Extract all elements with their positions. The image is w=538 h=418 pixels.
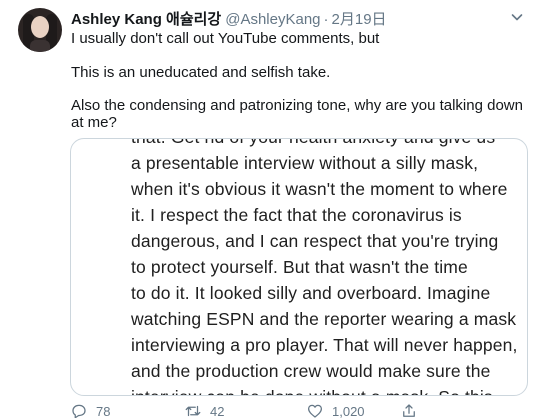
reply-button[interactable]: 78 bbox=[70, 402, 110, 418]
chevron-down-icon[interactable] bbox=[509, 9, 525, 25]
avatar-face bbox=[31, 16, 49, 38]
like-button[interactable]: 1,020 bbox=[306, 402, 365, 418]
media-text-line: to do it. It looked silly and overboard.… bbox=[131, 283, 491, 303]
tweet-date[interactable]: 2月19日 bbox=[332, 8, 387, 29]
heart-icon bbox=[307, 404, 323, 418]
tweet-media-image[interactable]: that. Get rid of your health anxiety and… bbox=[70, 138, 528, 396]
media-text-line: it. I respect the fact that the coronavi… bbox=[131, 205, 462, 225]
avatar-shirt bbox=[30, 40, 50, 52]
retweet-icon bbox=[185, 405, 201, 417]
tweet-text-line: This is an uneducated and selfish take. bbox=[71, 64, 331, 81]
media-text-line: interviewing a pro player. That will nev… bbox=[131, 335, 518, 355]
tweet[interactable]: Ashley Kang 애슐리강 @AshleyKang · 2月19日 I u… bbox=[0, 0, 538, 418]
media-text-line: watching ESPN and the reporter wearing a… bbox=[131, 309, 517, 329]
media-text-line: dangerous, and I can respect that you're… bbox=[131, 231, 499, 251]
tweet-text-line: I usually don't call out YouTube comment… bbox=[71, 30, 380, 47]
media-text-line: to protect yourself. But that wasn't the… bbox=[131, 257, 468, 277]
reply-icon bbox=[72, 404, 86, 418]
media-text-line: a presentable interview without a silly … bbox=[131, 153, 479, 173]
reply-count: 78 bbox=[96, 403, 111, 418]
retweet-count: 42 bbox=[210, 403, 225, 418]
separator-dot: · bbox=[323, 11, 329, 28]
screenshot-comment-text: that. Get rid of your health anxiety and… bbox=[131, 139, 521, 395]
share-icon bbox=[403, 404, 415, 417]
retweet-button[interactable]: 42 bbox=[184, 402, 224, 418]
media-text-line: and the production crew would make sure … bbox=[131, 361, 491, 381]
media-text-line: that. Get rid of your health anxiety and… bbox=[131, 139, 521, 150]
share-button[interactable] bbox=[400, 402, 426, 418]
avatar[interactable] bbox=[18, 8, 62, 52]
tweet-header: Ashley Kang 애슐리강 @AshleyKang · 2月19日 bbox=[71, 8, 387, 28]
tweet-actions: 78 42 1,020 bbox=[70, 402, 530, 418]
author-handle[interactable]: @AshleyKang bbox=[225, 11, 320, 28]
author-name[interactable]: Ashley Kang 애슐리강 bbox=[71, 8, 221, 29]
like-count: 1,020 bbox=[332, 403, 365, 418]
media-text-line: interview can be done without a mask. So… bbox=[131, 384, 521, 395]
tweet-text-line: Also the condensing and patronizing tone… bbox=[71, 97, 523, 131]
media-text-line: when it's obvious it wasn't the moment t… bbox=[131, 179, 508, 199]
